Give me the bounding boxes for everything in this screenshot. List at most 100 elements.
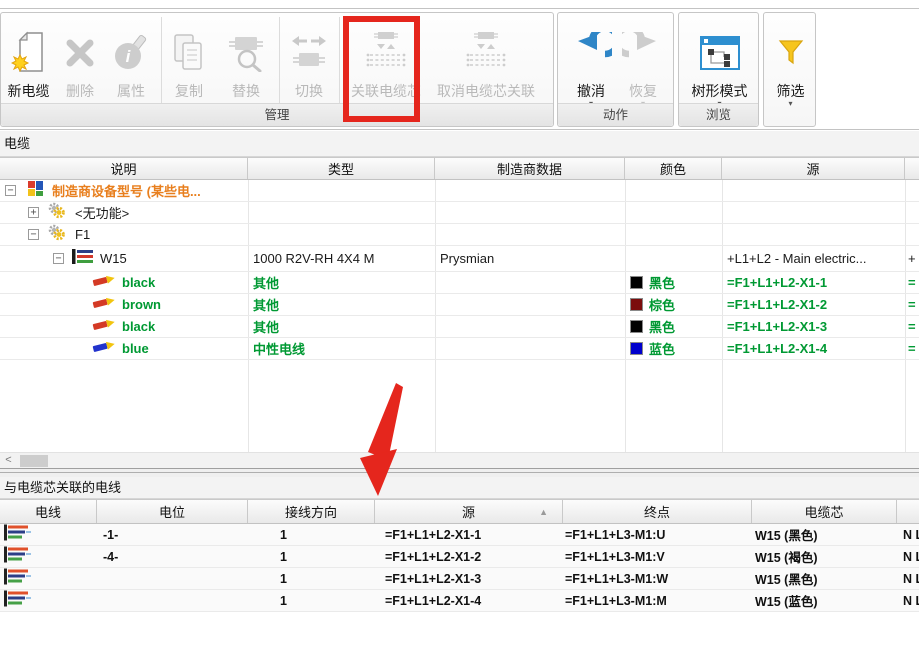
cell-source: =F1+L1+L2-X1-4	[727, 338, 903, 359]
separator	[339, 17, 340, 105]
cell-manufacturer	[440, 202, 622, 223]
cable-tree-row[interactable]: − F1	[0, 224, 919, 246]
cell-source: =F1+L1+L2-X1-1	[727, 272, 903, 293]
panel-splitter[interactable]	[0, 468, 919, 477]
separator	[161, 17, 162, 105]
cell-color: 蓝色	[630, 338, 720, 359]
button-label: 切换	[285, 81, 333, 101]
cable-tree-row[interactable]: black其他黑色=F1+L1+L2-X1-3=	[0, 316, 919, 338]
filter-button[interactable]: 筛选 ▾	[766, 15, 815, 115]
button-label: 筛选	[766, 81, 815, 101]
cell-type: 中性电线	[253, 338, 431, 359]
copy-pages-icon	[165, 27, 213, 79]
cables-panel-title: 电缆	[0, 131, 919, 157]
collapse-icon[interactable]: −	[28, 229, 39, 240]
new-cable-button[interactable]: 新电缆	[1, 15, 56, 115]
cable-tree-row[interactable]: black其他黑色=F1+L1+L2-X1-1=	[0, 272, 919, 294]
button-label: 树形模式	[682, 81, 757, 101]
column-header-manufacturer[interactable]: 制造商数据	[435, 158, 625, 179]
cable-tree-row[interactable]: −W151000 R2V-RH 4X4 MPrysmian+L1+L2 - Ma…	[0, 246, 919, 272]
cell-core: W15 (黑色)	[755, 524, 895, 545]
chevron-down-icon[interactable]: ▾	[766, 99, 815, 108]
horizontal-scrollbar[interactable]: <	[0, 452, 919, 468]
window-top-border	[0, 8, 919, 9]
cell-core: W15 (黑色)	[755, 568, 895, 589]
filter-funnel-icon	[766, 27, 815, 79]
cell-color: 黑色	[630, 316, 720, 337]
cell-source: =F1+L1+L2-X1-2	[727, 294, 903, 315]
column-header-direction[interactable]: 接线方向	[248, 500, 375, 523]
cell-type	[253, 180, 431, 201]
copy-button: 复制	[165, 15, 213, 115]
cable-row-label: F1	[75, 224, 248, 245]
cable-row-label: <无功能>	[75, 202, 248, 223]
cable-tree-row[interactable]: + <无功能>	[0, 202, 919, 224]
undo-button[interactable]: 撤消 ▾	[567, 15, 615, 115]
cable-row-label: blue	[122, 338, 248, 359]
column-header-core[interactable]: 电缆芯	[752, 500, 897, 523]
wire-row[interactable]: -1-1=F1+L1+L2-X1-1=F1+L1+L3-M1:UW15 (黑色)…	[0, 524, 919, 546]
cables-table-body: −制造商设备型号 (某些电...+<无功能>−F1−W151000 R2V-RH…	[0, 180, 919, 452]
tree-mode-button[interactable]: 树形模式 ▾	[682, 15, 757, 115]
cable-row-label: brown	[122, 294, 248, 315]
cable-tree-row[interactable]: −制造商设备型号 (某些电...	[0, 180, 919, 202]
collapse-icon[interactable]: −	[53, 253, 64, 264]
cell-source-clipped	[908, 180, 919, 201]
button-label: 取消电缆芯关联	[429, 81, 543, 101]
redo-button: 恢复 ▾	[619, 15, 667, 115]
wire-row[interactable]: 1=F1+L1+L2-X1-4=F1+L1+L3-M1:MW15 (蓝色)N L	[0, 590, 919, 612]
cell-color: 棕色	[630, 294, 720, 315]
cell-direction: 1	[280, 568, 370, 589]
collapse-icon[interactable]: −	[5, 185, 16, 196]
wires-panel-title: 与电缆芯关联的电线	[0, 477, 919, 499]
button-label: 复制	[165, 81, 213, 101]
cell-type: 其他	[253, 272, 431, 293]
column-header-description[interactable]: 说明	[0, 158, 248, 179]
color-swatch	[630, 320, 643, 333]
cell-manufacturer	[440, 180, 622, 201]
column-header-potential[interactable]: 电位	[97, 500, 248, 523]
cell-source: =F1+L1+L2-X1-3	[727, 316, 903, 337]
column-header-color[interactable]: 颜色	[625, 158, 722, 179]
wire-row[interactable]: 1=F1+L1+L2-X1-3=F1+L1+L3-M1:WW15 (黑色)N L	[0, 568, 919, 590]
cable-tree-row[interactable]: brown其他棕色=F1+L1+L2-X1-2=	[0, 294, 919, 316]
wire-lines-icon	[4, 590, 32, 611]
cable-tree-row[interactable]: blue中性电线蓝色=F1+L1+L2-X1-4=	[0, 338, 919, 360]
wire-row[interactable]: -4-1=F1+L1+L2-X1-2=F1+L1+L3-M1:VW15 (褐色)…	[0, 546, 919, 568]
unassociate-cores-icon	[429, 27, 543, 79]
delete-x-icon	[56, 27, 104, 79]
column-header-wire[interactable]: 电线	[0, 500, 97, 523]
cell-core: W15 (褐色)	[755, 546, 895, 567]
separator	[279, 17, 280, 105]
cell-source	[727, 224, 903, 245]
cell-source: +L1+L2 - Main electric...	[727, 246, 903, 271]
column-header-type[interactable]: 类型	[248, 158, 435, 179]
column-header-target[interactable]: 终点	[563, 500, 752, 523]
core-marker-blue-icon	[92, 338, 117, 359]
wire-lines-icon	[4, 546, 32, 567]
function-gears-icon	[48, 224, 65, 246]
wire-lines-icon	[4, 568, 32, 589]
ribbon-bottom-border	[0, 129, 919, 130]
associate-cores-button: 关联电缆芯	[345, 15, 427, 115]
cell-clipped: N L	[903, 546, 919, 567]
column-header-source-sorted[interactable]: 源 ▲	[375, 500, 563, 523]
cell-type	[253, 224, 431, 245]
scroll-left-button[interactable]: <	[0, 453, 17, 469]
color-swatch	[630, 342, 643, 355]
cell-type: 其他	[253, 294, 431, 315]
scrollbar-thumb[interactable]	[20, 455, 48, 467]
expand-icon[interactable]: +	[28, 207, 39, 218]
button-label: 替换	[222, 81, 270, 101]
cell-manufacturer	[440, 272, 622, 293]
ribbon-group-manage: 新电缆 删除 i 属性	[0, 12, 554, 127]
cell-direction: 1	[280, 546, 370, 567]
associate-cores-icon	[345, 27, 427, 79]
application-window: 新电缆 删除 i 属性	[0, 0, 919, 652]
button-label: 恢复	[619, 81, 667, 101]
button-label: 撤消	[567, 81, 615, 101]
cell-source: =F1+L1+L2-X1-4	[385, 590, 560, 611]
cell-source-clipped: +	[908, 246, 919, 271]
column-header-source[interactable]: 源	[722, 158, 905, 179]
core-marker-red-icon	[92, 294, 117, 315]
